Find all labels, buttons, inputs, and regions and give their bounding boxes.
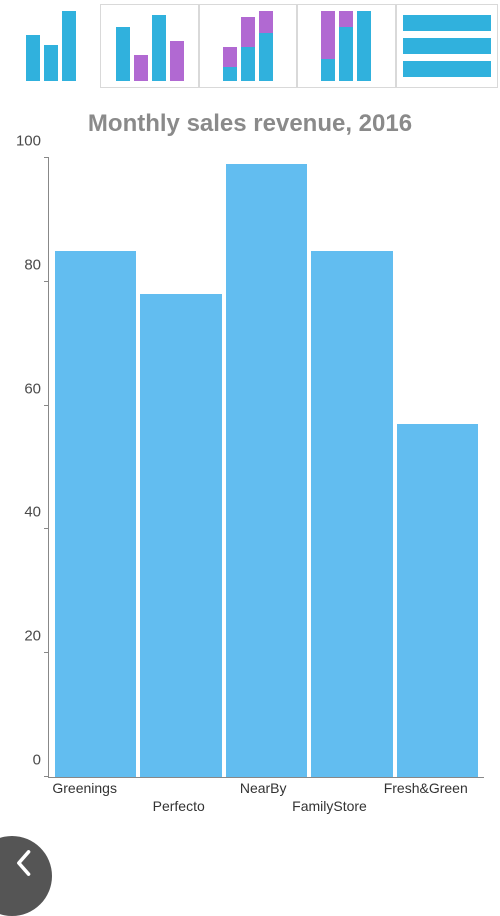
y-tick-label: 20	[24, 628, 49, 645]
bar[interactable]	[55, 251, 136, 777]
plot: 020406080100	[48, 158, 484, 778]
x-tick-label: Greenings	[52, 780, 117, 796]
x-tick-label: NearBy	[240, 780, 287, 796]
y-tick-label: 0	[33, 752, 49, 769]
bar[interactable]	[397, 424, 478, 777]
chart-area: 020406080100 Greenings Perfecto NearBy Fami…	[0, 148, 500, 828]
x-tick-label: Fresh&Green	[384, 780, 468, 796]
x-tick-label: FamilyStore	[292, 798, 367, 814]
y-tick-label: 80	[24, 256, 49, 273]
bar[interactable]	[311, 251, 392, 777]
chart-type-stacked-bar[interactable]	[199, 4, 297, 88]
x-tick-label: Perfecto	[153, 798, 205, 814]
chart-type-simple-bar[interactable]	[2, 4, 100, 88]
chart-title: Monthly sales revenue, 2016	[0, 92, 500, 148]
x-axis-labels: Greenings Perfecto NearBy FamilyStore Fresh&…	[48, 778, 484, 818]
y-tick-label: 40	[24, 504, 49, 521]
y-tick-label: 60	[24, 380, 49, 397]
chart-type-stacked-horiz[interactable]	[396, 4, 498, 88]
chart-type-stacked-bar-100[interactable]	[297, 4, 395, 88]
bar[interactable]	[226, 164, 307, 777]
chart-type-selector	[0, 0, 500, 92]
y-tick-label: 100	[16, 133, 49, 150]
bars	[49, 158, 484, 777]
back-button[interactable]	[0, 836, 52, 916]
chart-type-grouped-bar[interactable]	[100, 4, 198, 88]
chevron-left-icon	[14, 849, 32, 882]
bar[interactable]	[140, 294, 221, 777]
